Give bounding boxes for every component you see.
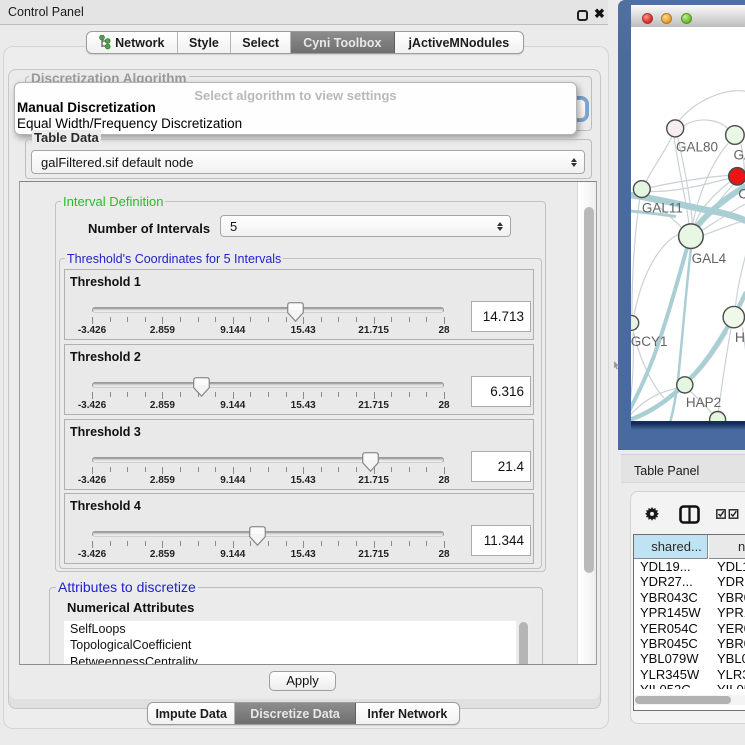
- svg-text:GAL4: GAL4: [692, 251, 727, 266]
- svg-text:HAP2: HAP2: [686, 395, 721, 410]
- svg-text:H: H: [735, 329, 745, 345]
- svg-text:C: C: [738, 187, 745, 202]
- svg-text:GCY1: GCY1: [631, 334, 668, 349]
- svg-text:GAL80: GAL80: [676, 140, 718, 155]
- svg-text:GA: GA: [734, 148, 745, 163]
- svg-text:GAL11: GAL11: [642, 201, 683, 216]
